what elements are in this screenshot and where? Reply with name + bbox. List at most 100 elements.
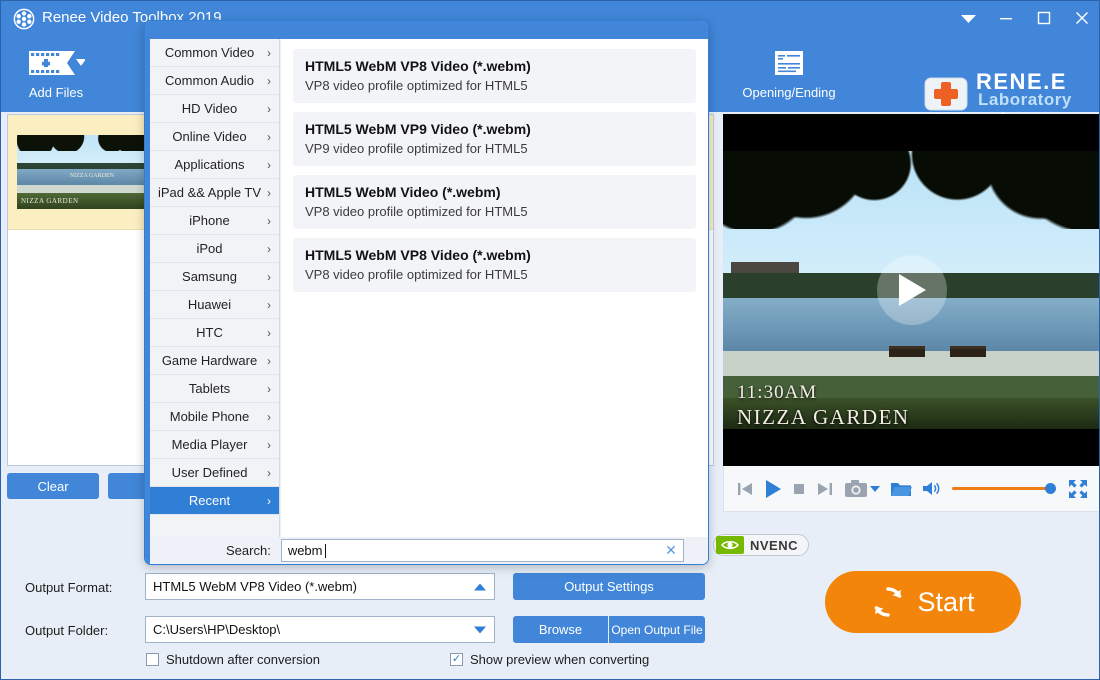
chevron-right-icon: ›	[267, 129, 271, 144]
nvenc-badge: NVENC	[713, 534, 810, 556]
dropdown-category-label: Huawei	[187, 297, 232, 312]
dropdown-category-list[interactable]: Common Video › Common Audio › HD Video › Onlin…	[150, 39, 280, 539]
chevron-right-icon: ›	[267, 241, 271, 256]
film-add-icon	[27, 43, 85, 83]
minimize-button[interactable]	[995, 7, 1017, 29]
skin-dropdown-button[interactable]	[957, 7, 979, 29]
start-button[interactable]: Start	[825, 571, 1021, 633]
red-cross-case-icon	[924, 77, 968, 111]
dropdown-category-label: iPad && Apple TV	[157, 185, 262, 200]
dropdown-category-label: Online Video	[172, 129, 247, 144]
snapshot-button[interactable]	[844, 479, 880, 498]
dropdown-category-item[interactable]: Common Video ›	[150, 39, 279, 67]
dropdown-category-item[interactable]: iPhone ›	[150, 207, 279, 235]
dropdown-category-label: Game Hardware	[161, 353, 258, 368]
add-files-button[interactable]: Add Files	[1, 43, 111, 109]
skip-next-icon[interactable]	[816, 480, 834, 498]
dropdown-category-item[interactable]: iPad && Apple TV ›	[150, 179, 279, 207]
dropdown-category-label: Recent	[188, 493, 231, 508]
dropdown-category-item[interactable]: Recent ›	[150, 487, 279, 515]
slider-knob[interactable]	[1045, 483, 1056, 494]
search-input[interactable]: webm ✕	[280, 539, 684, 562]
dropdown-category-label: Mobile Phone	[169, 409, 250, 424]
dropdown-category-item[interactable]: HD Video ›	[150, 95, 279, 123]
volume-slider[interactable]	[952, 482, 1056, 496]
dropdown-results-list[interactable]: HTML5 WebM VP8 Video (*.webm) VP8 video p…	[281, 39, 708, 539]
dropdown-header	[145, 21, 708, 39]
output-settings-button[interactable]: Output Settings	[513, 573, 705, 600]
format-result-title: HTML5 WebM VP8 Video (*.webm)	[305, 247, 531, 263]
play-icon[interactable]	[764, 479, 782, 499]
refresh-icon	[875, 587, 902, 617]
video-thumbnail: NIZZA GARDEN NIZZA GARDEN	[17, 135, 149, 209]
format-result-card[interactable]: HTML5 WebM VP8 Video (*.webm) VP8 video p…	[293, 49, 696, 103]
chevron-right-icon: ›	[267, 157, 271, 172]
preview-overlay-title: NIZZA GARDEN	[737, 405, 910, 429]
preview-overlay-time: 11:30AM	[737, 382, 818, 403]
thumbnail-caption-small: NIZZA GARDEN	[69, 173, 114, 180]
dropdown-category-item[interactable]: Media Player ›	[150, 431, 279, 459]
output-folder-select[interactable]: C:\Users\HP\Desktop\	[145, 616, 495, 643]
fullscreen-icon[interactable]	[1068, 479, 1088, 499]
show-preview-checkbox-label: Show preview when converting	[470, 652, 650, 667]
dropdown-search-row: Search: webm ✕	[150, 537, 708, 564]
dropdown-category-item[interactable]: Applications ›	[150, 151, 279, 179]
chevron-down-icon[interactable]	[870, 485, 880, 492]
dropdown-category-item[interactable]: Common Audio ›	[150, 67, 279, 95]
dropdown-category-label: iPod	[196, 241, 223, 256]
nvenc-label: NVENC	[750, 537, 799, 553]
dropdown-category-item[interactable]: Mobile Phone ›	[150, 403, 279, 431]
browse-button[interactable]: Browse	[513, 616, 608, 643]
chevron-right-icon: ›	[267, 269, 271, 284]
camera-icon	[845, 480, 867, 497]
dropdown-category-item[interactable]: Tablets ›	[150, 375, 279, 403]
dropdown-category-item[interactable]: Huawei ›	[150, 291, 279, 319]
clear-button[interactable]: Clear	[7, 473, 99, 499]
format-result-description: VP8 video profile optimized for HTML5	[305, 78, 528, 93]
chevron-right-icon: ›	[267, 353, 271, 368]
format-result-card[interactable]: HTML5 WebM Video (*.webm) VP8 video profi…	[293, 175, 696, 229]
shutdown-checkbox-label: Shutdown after conversion	[166, 652, 320, 667]
play-overlay-icon[interactable]	[877, 255, 947, 325]
caret-down-icon[interactable]	[474, 626, 486, 633]
shutdown-checkbox[interactable]: Shutdown after conversion	[146, 652, 320, 667]
output-format-select[interactable]: HTML5 WebM VP8 Video (*.webm)	[145, 573, 495, 600]
chevron-right-icon: ›	[267, 325, 271, 340]
dropdown-category-item[interactable]: Samsung ›	[150, 263, 279, 291]
dropdown-category-item[interactable]: Game Hardware ›	[150, 347, 279, 375]
video-preview[interactable]: 11:30AM NIZZA GARDEN	[723, 114, 1099, 466]
dropdown-category-item[interactable]: iPod ›	[150, 235, 279, 263]
skip-previous-icon[interactable]	[736, 480, 754, 498]
show-preview-checkbox[interactable]: ✓ Show preview when converting	[450, 652, 649, 667]
opening-ending-button[interactable]: Opening/Ending	[734, 43, 844, 109]
app-window: Renee Video Toolbox 2019 Add Files Openi…	[0, 0, 1100, 680]
dropdown-category-label: Samsung	[182, 269, 237, 284]
dropdown-category-label: Applications	[174, 157, 245, 172]
dropdown-category-item[interactable]: Online Video ›	[150, 123, 279, 151]
format-result-title: HTML5 WebM VP9 Video (*.webm)	[305, 121, 531, 137]
format-result-description: VP8 video profile optimized for HTML5	[305, 267, 528, 282]
caret-up-icon[interactable]	[474, 583, 486, 590]
search-clear-icon[interactable]: ✕	[665, 542, 677, 559]
output-folder-value: C:\Users\HP\Desktop\	[153, 622, 281, 637]
format-result-description: VP9 video profile optimized for HTML5	[305, 141, 528, 156]
dropdown-category-item[interactable]: HTC ›	[150, 319, 279, 347]
chevron-right-icon: ›	[267, 493, 271, 508]
show-preview-checkbox-box[interactable]: ✓	[450, 653, 463, 666]
folder-icon[interactable]	[890, 480, 912, 498]
speaker-icon[interactable]	[922, 480, 942, 497]
format-dropdown-panel[interactable]: Common Video › Common Audio › HD Video › Onlin…	[144, 20, 709, 565]
slider-track	[952, 487, 1056, 490]
output-format-label: Output Format:	[25, 580, 113, 595]
search-label: Search:	[226, 543, 271, 558]
shutdown-checkbox-box[interactable]	[146, 653, 159, 666]
maximize-button[interactable]	[1033, 7, 1055, 29]
format-result-card[interactable]: HTML5 WebM VP8 Video (*.webm) VP8 video p…	[293, 238, 696, 292]
open-output-file-button[interactable]: Open Output File	[609, 616, 705, 643]
dropdown-category-label: User Defined	[171, 465, 248, 480]
format-result-card[interactable]: HTML5 WebM VP9 Video (*.webm) VP9 video p…	[293, 112, 696, 166]
stop-icon[interactable]	[792, 482, 806, 496]
dropdown-category-label: Common Video	[164, 45, 255, 60]
dropdown-category-item[interactable]: User Defined ›	[150, 459, 279, 487]
close-button[interactable]	[1071, 7, 1093, 29]
